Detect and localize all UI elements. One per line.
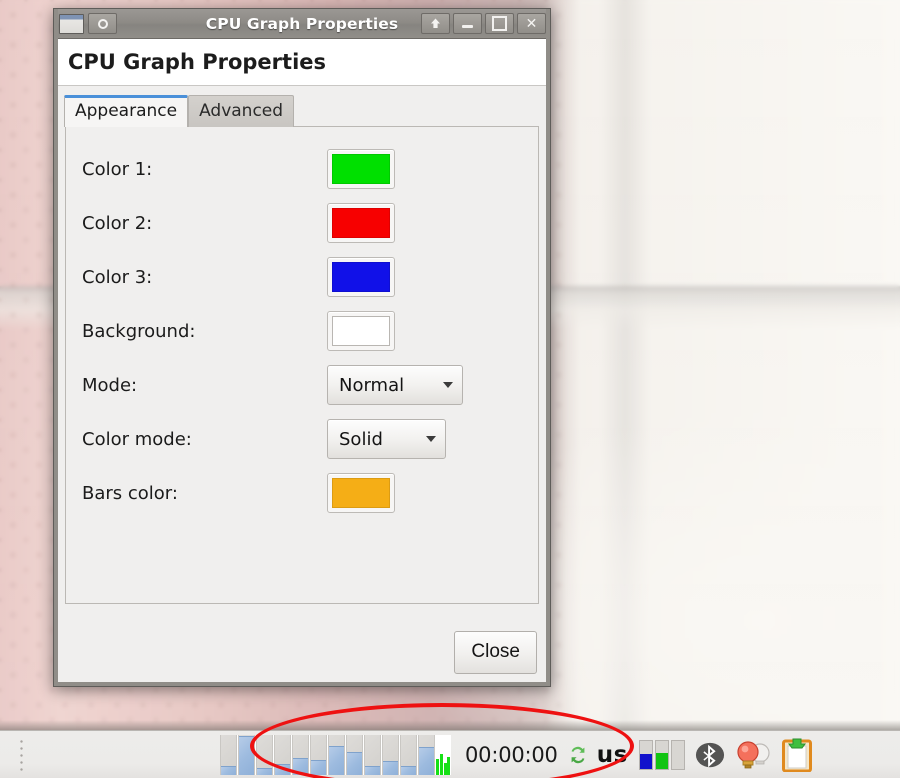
window-titlebar[interactable]: CPU Graph Properties [54, 9, 550, 39]
tab-advanced-label: Advanced [199, 101, 284, 121]
system-tray: 00:00:00 us [459, 737, 813, 773]
label-color-1: Color 1: [82, 158, 153, 180]
taskbar-shadow [0, 720, 900, 730]
color-2-swatch-button[interactable] [327, 203, 395, 243]
cpu-graph-bar [274, 734, 291, 775]
color-3-swatch-fill [332, 262, 390, 292]
sync-icon[interactable] [566, 741, 590, 769]
shade-button[interactable] [421, 13, 450, 34]
maximize-button[interactable] [485, 13, 514, 34]
cpu-graph-plugin[interactable] [220, 734, 451, 775]
row-bars-color: Bars color: [82, 466, 520, 520]
clock-timer[interactable]: 00:00:00 [459, 743, 566, 767]
row-background: Background: [82, 304, 520, 358]
label-mode: Mode: [82, 374, 138, 396]
netload-in-bar [638, 739, 653, 770]
color-1-swatch-fill [332, 154, 390, 184]
bars-color-swatch-fill [332, 478, 390, 508]
color-mode-dropdown-value: Solid [339, 428, 383, 450]
titlebar-buttons [421, 13, 546, 34]
keyboard-layout-indicator[interactable]: us [590, 742, 635, 768]
row-color-2: Color 2: [82, 196, 520, 250]
mode-dropdown-value: Normal [339, 374, 405, 396]
cpu-graph-current-bar [436, 734, 450, 775]
lightbulb-icon[interactable] [732, 738, 776, 772]
cpu-graph-bar [418, 734, 435, 775]
clipboard-icon[interactable] [781, 737, 813, 773]
chevron-down-icon [443, 382, 453, 388]
background-swatch-button[interactable] [327, 311, 395, 351]
close-button[interactable] [517, 13, 546, 34]
tab-appearance-label: Appearance [75, 101, 178, 121]
cpu-graph-bar [310, 734, 327, 775]
label-color-3: Color 3: [82, 266, 153, 288]
netload-idle-bar [670, 739, 685, 770]
taskbar-drag-handle[interactable] [20, 737, 23, 772]
appearance-panel: Color 1: Color 2: Color 3: Background: M… [65, 126, 539, 604]
tab-advanced[interactable]: Advanced [188, 95, 295, 127]
dialog-footer: Close [54, 618, 550, 686]
cpu-graph-bar [364, 734, 381, 775]
color-3-swatch-button[interactable] [327, 257, 395, 297]
window-icon[interactable] [59, 13, 84, 34]
menu-icon[interactable] [88, 13, 117, 34]
cpu-graph-bar [256, 734, 273, 775]
row-mode: Mode: Normal [82, 358, 520, 412]
bars-color-swatch-button[interactable] [327, 473, 395, 513]
mode-dropdown[interactable]: Normal [327, 365, 463, 405]
background-swatch-fill [332, 316, 390, 346]
minimize-button[interactable] [453, 13, 482, 34]
label-bars-color: Bars color: [82, 482, 178, 504]
titlebar-left-icons [59, 13, 117, 34]
close-dialog-button[interactable]: Close [454, 630, 537, 674]
row-color-3: Color 3: [82, 250, 520, 304]
label-background: Background: [82, 320, 196, 342]
label-color-2: Color 2: [82, 212, 153, 234]
color-1-swatch-button[interactable] [327, 149, 395, 189]
tab-appearance[interactable]: Appearance [64, 95, 189, 127]
netload-plugin[interactable] [635, 739, 689, 770]
color-mode-dropdown[interactable]: Solid [327, 419, 446, 459]
cpu-graph-bar [238, 734, 255, 775]
label-color-mode: Color mode: [82, 428, 192, 450]
cpu-graph-bar [292, 734, 309, 775]
bluetooth-icon[interactable] [694, 739, 726, 771]
page-title: CPU Graph Properties [54, 39, 550, 86]
screen: CPU Graph Properties CPU Graph Propertie… [0, 0, 900, 778]
cpu-graph-bar [382, 734, 399, 775]
cpu-graph-properties-window: CPU Graph Properties CPU Graph Propertie… [53, 8, 551, 687]
netload-out-bar [654, 739, 669, 770]
chevron-down-icon [426, 436, 436, 442]
taskbar: 00:00:00 us [0, 730, 900, 778]
cpu-graph-bar [400, 734, 417, 775]
cpu-graph-bar [328, 734, 345, 775]
cpu-graph-bar [220, 734, 237, 775]
cpu-graph-bar [346, 734, 363, 775]
tab-bar: Appearance Advanced [54, 86, 550, 127]
row-color-1: Color 1: [82, 142, 520, 196]
row-color-mode: Color mode: Solid [82, 412, 520, 466]
color-2-swatch-fill [332, 208, 390, 238]
